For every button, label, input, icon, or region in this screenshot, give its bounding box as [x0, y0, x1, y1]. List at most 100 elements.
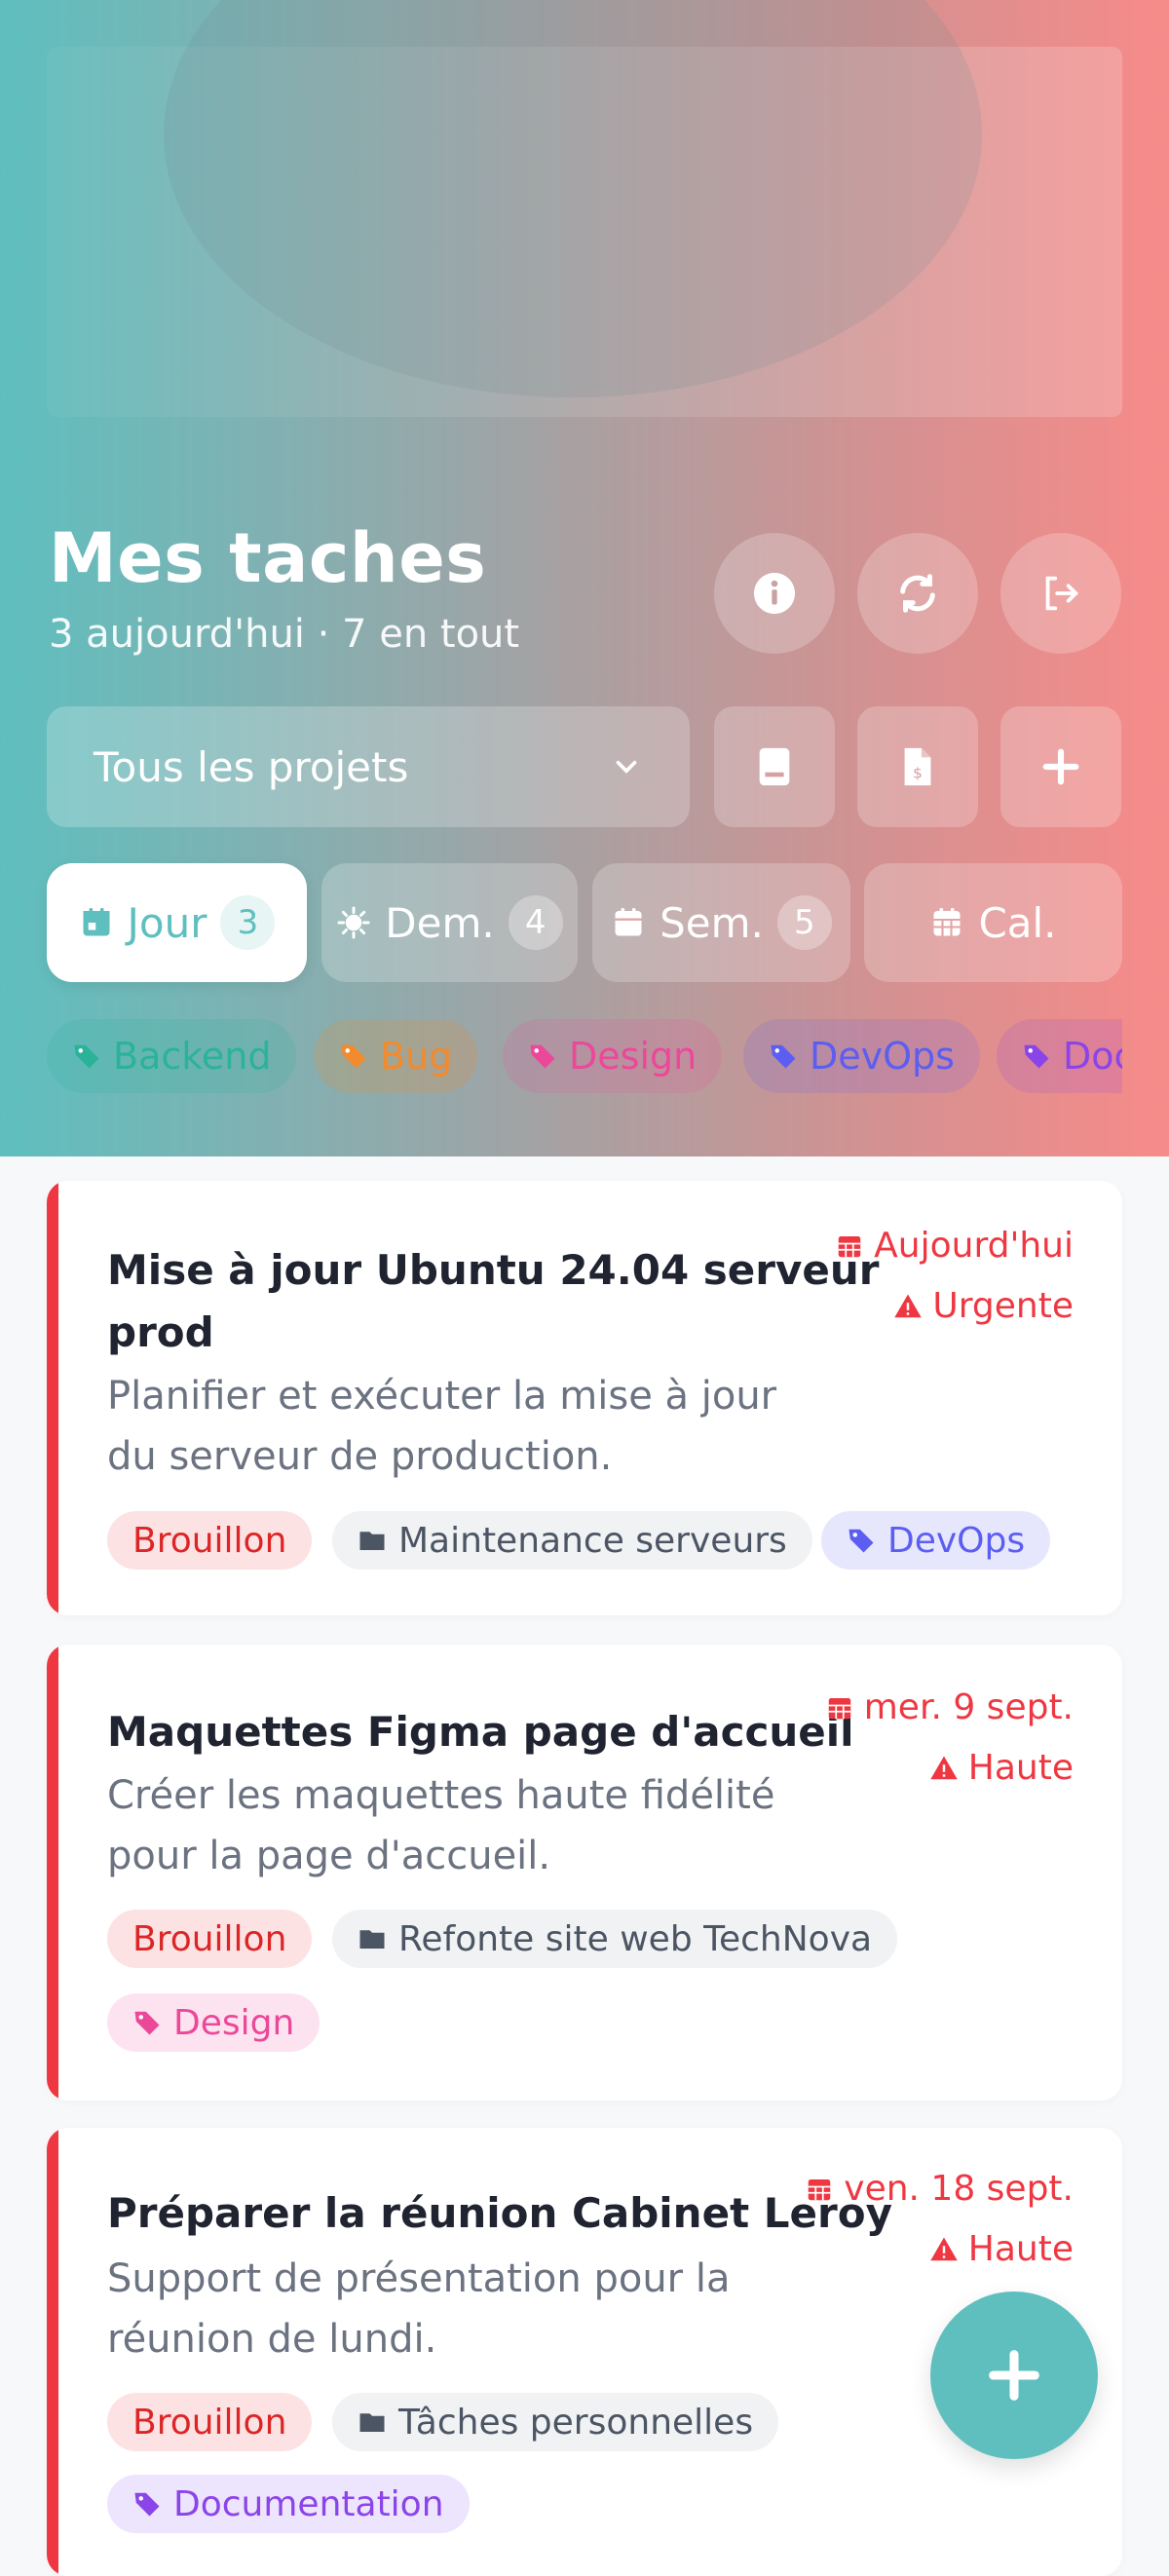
tag-chip: Design [107, 1993, 321, 2052]
due-date-label: mer. 9 sept. [863, 1687, 1074, 1727]
tag-filter-label: Documentation [1063, 1035, 1122, 1078]
task-priority: Haute [929, 2229, 1074, 2269]
folder-icon [359, 1532, 385, 1550]
tag-filter-label: Bug [380, 1035, 453, 1078]
tab-semaine-label: Sem. [660, 898, 764, 947]
tag-icon [74, 1044, 99, 1069]
task-description: Planifier et exécuter la mise à jour [107, 1374, 777, 1419]
tab-jour-label: Jour [127, 898, 207, 947]
sun-icon [337, 906, 370, 939]
tab-jour[interactable]: Jour 3 [47, 863, 307, 982]
task-title-continued: prod [107, 1308, 214, 1356]
calendar-week-icon [615, 908, 642, 936]
plus-icon [989, 2350, 1039, 2401]
priority-bar [47, 2128, 58, 2576]
tab-demain-label: Dem. [385, 898, 495, 947]
calendar-grid-icon [933, 908, 961, 936]
due-date-label: ven. 18 sept. [844, 2169, 1074, 2209]
page-subtitle: 3 aujourd'hui · 7 en tout [49, 612, 520, 657]
tab-demain-count: 4 [508, 895, 563, 950]
tag-icon [848, 1529, 874, 1553]
tab-demain[interactable]: Dem. 4 [321, 863, 578, 982]
tag-chip-label: Documentation [173, 2483, 444, 2524]
banner-wave-decoration [164, 0, 982, 398]
svg-text:$: $ [913, 765, 923, 782]
page-title: Mes taches [49, 518, 487, 598]
status-badge: Brouillon [107, 2393, 313, 2451]
tag-icon [134, 2492, 160, 2517]
tag-filter-label: Backend [113, 1035, 272, 1078]
tag-filter-label: DevOps [810, 1035, 955, 1078]
project-chip: Tâches personnelles [332, 2393, 779, 2451]
logout-icon [1045, 576, 1079, 611]
warning-icon [894, 1294, 923, 1317]
folder-icon [359, 1930, 385, 1949]
plus-icon [1042, 748, 1079, 785]
task-description-continued: réunion de lundi. [107, 2317, 437, 2362]
tag-icon [1024, 1044, 1049, 1069]
task-due-date: Aujourd'hui [835, 1226, 1074, 1266]
priority-label: Urgente [932, 1286, 1074, 1326]
book-icon [759, 747, 790, 786]
info-icon [753, 572, 796, 615]
refresh-icon [900, 574, 935, 613]
add-project-button[interactable] [1000, 706, 1121, 827]
calendar-icon [838, 1235, 861, 1257]
task-description: Support de présentation pour la [107, 2256, 731, 2301]
tag-icon [134, 2011, 160, 2035]
export-file-icon: $ [904, 747, 931, 786]
task-description-continued: du serveur de production. [107, 1434, 613, 1479]
status-badge: Brouillon [107, 1511, 313, 1570]
warning-icon [930, 1756, 958, 1779]
project-select[interactable]: Tous les projets [47, 706, 690, 827]
tag-filter-devops[interactable]: DevOps [743, 1019, 980, 1093]
refresh-button[interactable] [857, 533, 978, 654]
tag-icon [530, 1044, 555, 1069]
task-description-continued: pour la page d'accueil. [107, 1834, 551, 1878]
tag-filter-label: Design [569, 1035, 698, 1078]
tag-chip-label: DevOps [887, 1520, 1026, 1561]
logout-button[interactable] [1000, 533, 1121, 654]
tab-calendrier-label: Cal. [978, 898, 1057, 947]
task-title: Préparer la réunion Cabinet Leroy [107, 2189, 892, 2237]
task-description: Créer les maquettes haute fidélité [107, 1773, 775, 1818]
task-card[interactable]: Mise à jour Ubuntu 24.04 serveur prod Pl… [47, 1181, 1122, 1615]
calendar-day-icon [83, 908, 109, 936]
info-button[interactable] [714, 533, 835, 654]
due-date-label: Aujourd'hui [874, 1226, 1074, 1266]
task-title: Maquettes Figma page d'accueil [107, 1708, 854, 1756]
project-chip: Maintenance serveurs [332, 1511, 812, 1570]
project-chip-label: Maintenance serveurs [398, 1520, 787, 1561]
tag-filter-documentation[interactable]: Documentation [997, 1019, 1122, 1093]
project-select-value: Tous les projets [94, 742, 409, 791]
tag-chip: DevOps [821, 1511, 1051, 1570]
task-card[interactable]: Maquettes Figma page d'accueil Créer les… [47, 1645, 1122, 2101]
chevron-down-icon [616, 760, 637, 774]
tab-calendrier[interactable]: Cal. [864, 863, 1122, 982]
header-banner [47, 0, 1122, 417]
tag-filter-design[interactable]: Design [503, 1019, 723, 1093]
project-chip: Refonte site web TechNova [332, 1910, 898, 1968]
priority-bar [47, 1645, 58, 2101]
task-due-date: mer. 9 sept. [825, 1687, 1074, 1727]
status-badge: Brouillon [107, 1910, 313, 1968]
project-chip-label: Refonte site web TechNova [398, 1918, 873, 1959]
tag-chip: Documentation [107, 2475, 470, 2533]
tag-icon [341, 1044, 366, 1069]
calendar-icon [809, 2178, 831, 2200]
task-priority: Urgente [893, 1286, 1074, 1326]
tag-filter-bug[interactable]: Bug [314, 1019, 478, 1093]
priority-bar [47, 1181, 58, 1615]
task-due-date: ven. 18 sept. [805, 2169, 1074, 2209]
tab-jour-count: 3 [220, 895, 276, 950]
priority-label: Haute [967, 1748, 1074, 1788]
tab-semaine[interactable]: Sem. 5 [592, 863, 850, 982]
task-priority: Haute [929, 1748, 1074, 1788]
export-button[interactable]: $ [857, 706, 978, 827]
folder-icon [359, 2413, 385, 2432]
header: Mes taches 3 aujourd'hui · 7 en tout Tou… [0, 0, 1169, 1156]
notes-button[interactable] [714, 706, 835, 827]
task-title: Mise à jour Ubuntu 24.04 serveur [107, 1246, 880, 1294]
add-task-button[interactable] [930, 2292, 1098, 2459]
tag-filter-backend[interactable]: Backend [47, 1019, 297, 1093]
